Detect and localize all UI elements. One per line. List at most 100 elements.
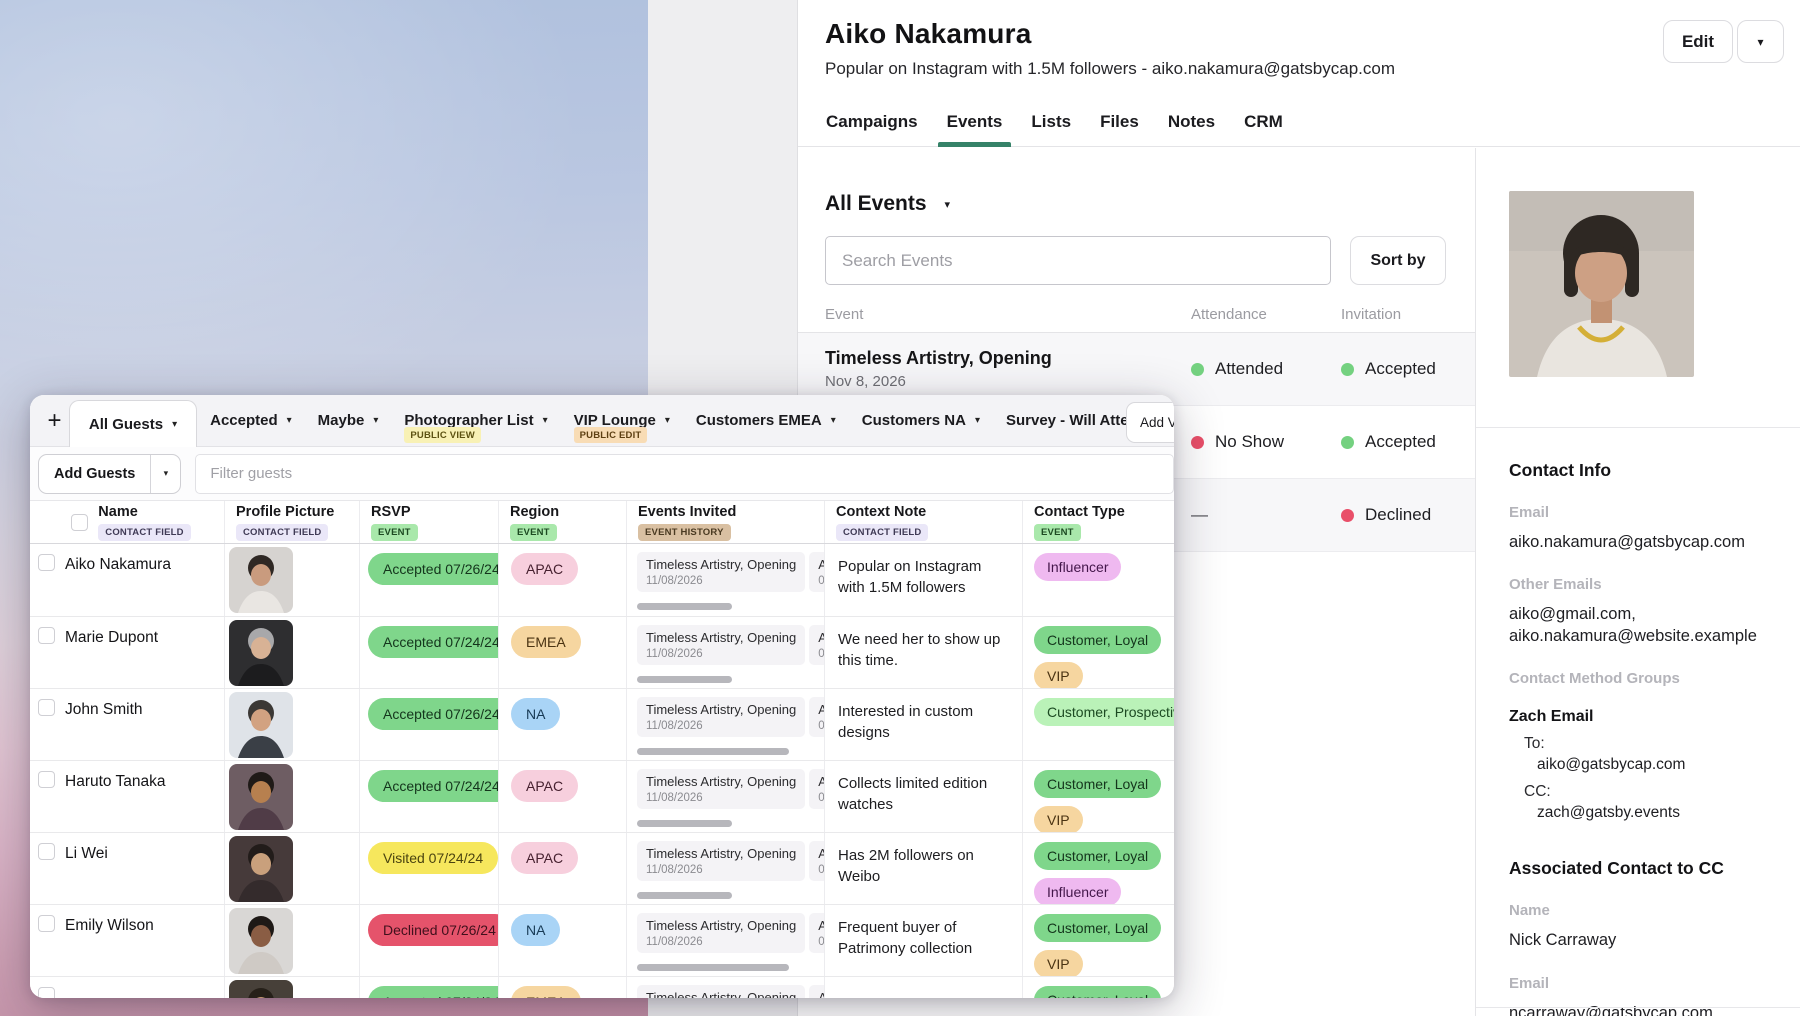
guest-row-haruto-tanaka[interactable]: Haruto TanakaAccepted 07/24/24APACTimele… [30, 760, 1174, 832]
guest-col-badge: EVENT [371, 524, 418, 541]
tab-lists[interactable]: Lists [1030, 112, 1072, 146]
view-tab-customers-emea[interactable]: Customers EMEA▾ [683, 395, 849, 446]
event-chip: Timeless Artistry, Opening11/08/2026 [637, 913, 805, 953]
app-root: Aiko Nakamura Popular on Instagram with … [0, 0, 1800, 1016]
invitation-status-label: Declined [1365, 505, 1431, 525]
guest-row-marie-dupont[interactable]: Marie DupontAccepted 07/24/24EMEATimeles… [30, 616, 1174, 688]
edit-dropdown-button[interactable]: ▾ [1737, 20, 1784, 63]
guest-col-inner: RegionEVENT [510, 504, 626, 541]
view-tab-vip-lounge[interactable]: VIP Lounge▾PUBLIC EDIT [561, 395, 683, 446]
tab-campaigns[interactable]: Campaigns [825, 112, 919, 146]
guest-photo-cell [224, 617, 359, 688]
contact-tabs: Campaigns Events Lists Files Notes CRM [825, 112, 1284, 146]
profile-picture [229, 764, 293, 830]
guest-type-cell: Customer, Loyal [1022, 977, 1174, 998]
guest-col-label: RSVP [371, 504, 498, 520]
view-tab-all-guests[interactable]: All Guests▾ [69, 400, 197, 447]
guest-row-row[interactable]: Accepted 07/24/24EMEA Timeless Artistry, … [30, 976, 1174, 998]
row-checkbox[interactable] [38, 699, 55, 716]
horizontal-scrollbar[interactable] [637, 892, 732, 899]
contact-sidebar: Contact Info Email aiko.nakamura@gatsbyc… [1475, 148, 1800, 1016]
status-dot-green [1191, 363, 1204, 376]
events-table-header: Event Attendance Invitation [798, 306, 1475, 333]
guest-region-cell: EMEA [498, 977, 626, 998]
profile-picture [229, 908, 293, 974]
row-checkbox[interactable] [38, 627, 55, 644]
guest-col-badge: EVENT HISTORY [638, 524, 731, 541]
attendance-status-label: Attended [1215, 359, 1283, 379]
horizontal-scrollbar[interactable] [637, 603, 732, 610]
select-all-checkbox[interactable] [71, 514, 88, 531]
guest-row-li-wei[interactable]: Li WeiVisited 07/24/24APACTimeless Artis… [30, 832, 1174, 904]
view-tab-accepted[interactable]: Accepted▾ [197, 395, 305, 446]
contact-type-pill: VIP [1034, 806, 1083, 832]
guest-row-emily-wilson[interactable]: Emily WilsonDeclined 07/26/24NATimeless … [30, 904, 1174, 976]
guest-table-body: Aiko NakamuraAccepted 07/26/24APACTimele… [30, 544, 1174, 998]
event-chip: Annual Co06/12/2026 [809, 841, 824, 881]
event-name-cell: Timeless Artistry, OpeningNov 8, 2026 [825, 348, 1191, 390]
guest-name: John Smith [65, 699, 143, 719]
profile-picture [229, 980, 293, 998]
guest-toolbar: Add Guests ▾ [30, 447, 1174, 500]
contact-photo [1509, 191, 1694, 377]
rsvp-pill: Accepted 07/24/24 [368, 986, 498, 998]
event-chip: Timeless Artistry, Opening11/08/2026 [637, 985, 805, 998]
add-guests-dropdown[interactable]: ▾ [150, 455, 180, 493]
status-dot-red [1191, 436, 1204, 449]
guest-note-cell: Collects limited edition watches [824, 761, 1022, 832]
add-guests-button[interactable]: Add Guests [39, 455, 150, 493]
view-tab-photographer-list[interactable]: Photographer List▾PUBLIC VIEW [391, 395, 560, 446]
filter-guests-input[interactable] [195, 454, 1174, 494]
sort-by-button[interactable]: Sort by [1350, 236, 1446, 285]
status-dot-green [1341, 363, 1354, 376]
guest-col-events-invited: Events InvitedEVENT HISTORY [626, 501, 824, 543]
contact-type-pill: VIP [1034, 662, 1083, 688]
rsvp-pill: Accepted 07/26/24 [368, 698, 498, 730]
guest-row-aiko-nakamura[interactable]: Aiko NakamuraAccepted 07/26/24APACTimele… [30, 544, 1174, 616]
horizontal-scrollbar[interactable] [637, 676, 732, 683]
contact-type-pill: Customer, Prospective [1034, 698, 1174, 726]
events-filter-heading[interactable]: All Events [825, 192, 927, 216]
view-tab-maybe[interactable]: Maybe▾ [305, 395, 392, 446]
tab-files[interactable]: Files [1099, 112, 1140, 146]
add-view-button[interactable]: Add View [1126, 402, 1174, 443]
guest-events-cell: Timeless Artistry, Opening11/08/2026Annu… [626, 689, 824, 760]
region-pill: NA [511, 698, 560, 730]
guest-col-label: Profile Picture [236, 504, 359, 520]
guest-note-cell [824, 977, 1022, 998]
tab-events[interactable]: Events [946, 112, 1004, 146]
guest-rsvp-cell: Declined 07/26/24 [359, 905, 498, 976]
row-checkbox[interactable] [38, 843, 55, 860]
guest-type-cell: Customer, LoyalInfluencer [1022, 833, 1174, 904]
edit-button[interactable]: Edit [1663, 20, 1733, 63]
invitation-status: Accepted [1341, 359, 1446, 379]
chevron-down-icon[interactable]: ▾ [945, 198, 951, 211]
horizontal-scrollbar[interactable] [637, 820, 732, 827]
guest-col-label: Contact Type [1034, 504, 1174, 520]
row-checkbox[interactable] [38, 915, 55, 932]
event-chip-name: Timeless Artistry, Opening [646, 702, 796, 717]
row-checkbox[interactable] [38, 554, 55, 571]
horizontal-scrollbar[interactable] [637, 748, 789, 755]
chevron-down-icon: ▾ [172, 419, 177, 430]
guest-name-cell [30, 977, 224, 998]
view-tab-customers-na[interactable]: Customers NA▾ [849, 395, 993, 446]
search-events-input[interactable] [825, 236, 1331, 285]
add-tab-button[interactable]: + [40, 395, 69, 446]
row-checkbox[interactable] [38, 987, 55, 998]
tab-permission-badge: PUBLIC EDIT [574, 427, 648, 443]
tab-notes[interactable]: Notes [1167, 112, 1216, 146]
guest-col-label: Name [98, 504, 190, 520]
tab-crm[interactable]: CRM [1243, 112, 1284, 146]
event-chip: Timeless Artistry, Opening11/08/2026 [637, 841, 805, 881]
rsvp-pill: Visited 07/24/24 [368, 842, 498, 874]
row-checkbox[interactable] [38, 771, 55, 788]
horizontal-scrollbar[interactable] [637, 964, 789, 971]
event-chip-name: Timeless Artistry, Opening [646, 990, 796, 998]
event-chip-name: Timeless Artistry, Opening [646, 774, 796, 789]
guest-rsvp-cell: Visited 07/24/24 [359, 833, 498, 904]
contact-info-title: Contact Info [1509, 460, 1776, 481]
guest-row-john-smith[interactable]: John Smith Accepted 07/26/24 NA Timeless Ar… [30, 688, 1174, 760]
invitation-status-label: Accepted [1365, 359, 1436, 379]
guest-col-inner: Context NoteCONTACT FIELD [836, 504, 1022, 541]
